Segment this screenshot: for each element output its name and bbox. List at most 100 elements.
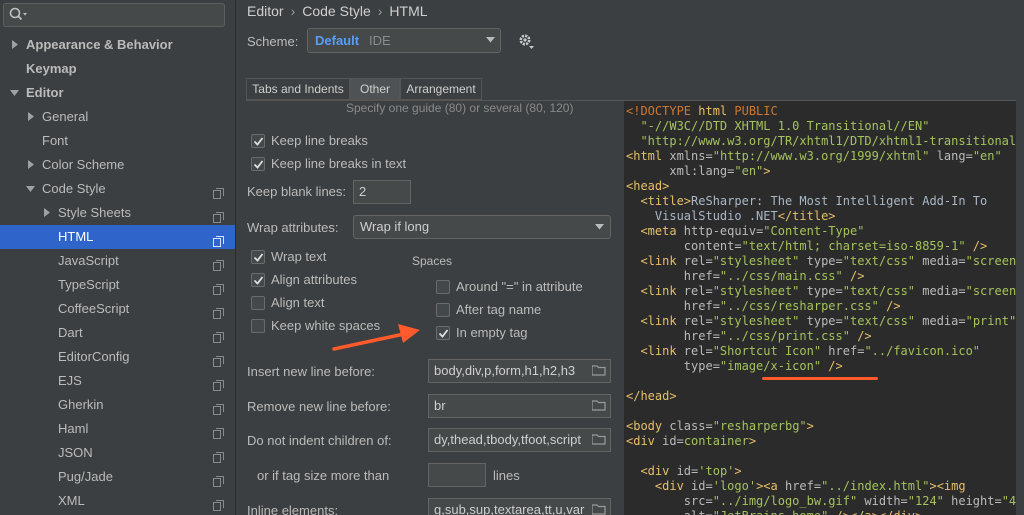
do-not-indent-input[interactable]: dy,thead,tbody,tfoot,script [428, 428, 611, 452]
breadcrumb-item: HTML [389, 3, 428, 19]
sidebar-item[interactable]: JSON [0, 441, 235, 465]
code-token: "124" [907, 494, 944, 508]
sidebar-item[interactable]: Style Sheets [0, 201, 235, 225]
copy-icon [213, 495, 224, 511]
sidebar-item[interactable]: Dart [0, 321, 235, 345]
code-token: PUBLIC [734, 104, 778, 118]
tab-other[interactable]: Other [350, 78, 400, 100]
sidebar-item-label: XML [58, 493, 85, 508]
guide-hint: Specify one guide (80) or several (80, 1… [346, 101, 574, 115]
sidebar-item[interactable]: Appearance & Behavior [0, 33, 235, 57]
sidebar-item-label: EditorConfig [58, 349, 130, 364]
checkmark-icon [253, 137, 264, 146]
sidebar-item[interactable]: Editor [0, 81, 235, 105]
sidebar-item-label: Keymap [26, 61, 77, 76]
code-token: "print" [965, 314, 1016, 328]
sidebar-item[interactable]: Gherkin [0, 393, 235, 417]
wrap-attributes-label: Wrap attributes: [247, 220, 339, 235]
wrap-attributes-value: Wrap if long [360, 219, 430, 234]
tab-content: Specify one guide (80) or several (80, 1… [246, 100, 1016, 515]
sidebar-item[interactable]: EditorConfig [0, 345, 235, 369]
sidebar-item[interactable]: Code Style [0, 177, 235, 201]
wrap-attributes-dropdown[interactable]: Wrap if long [353, 215, 611, 239]
chevron-down-icon[interactable] [26, 177, 36, 201]
code-token: href= [821, 344, 865, 358]
keep-blank-lines-input[interactable]: 2 [353, 180, 411, 204]
code-token: "http://www.w3.org/1999/xhtml" [712, 149, 930, 163]
sidebar-item[interactable]: HTML [0, 225, 235, 249]
tag-size-input[interactable] [428, 463, 486, 487]
code-token: <html [626, 149, 670, 163]
checkbox-box [251, 296, 265, 310]
sidebar-item[interactable]: Haml [0, 417, 235, 441]
copy-icon [213, 207, 224, 223]
code-line: <html xmlns="http://www.w3.org/1999/xhtm… [626, 149, 1002, 164]
chevron-right-icon[interactable] [26, 153, 36, 177]
search-icon [9, 7, 27, 21]
checkmark-icon [438, 329, 449, 338]
checkbox-label: Around "=" in attribute [456, 279, 583, 294]
code-preview[interactable]: <!DOCTYPE html PUBLIC "-//W3C//DTD XHTML… [624, 101, 1016, 515]
sidebar-item[interactable]: Keymap [0, 57, 235, 81]
sidebar-item[interactable]: TypeScript [0, 273, 235, 297]
code-token: xml:lang= [626, 164, 735, 178]
folder-icon[interactable] [588, 395, 610, 417]
code-token: > [763, 164, 771, 178]
code-token: height= [943, 494, 1002, 508]
code-token: "http://www.w3.org/TR/xhtml1/DTD/xhtml1-… [626, 134, 1016, 148]
chevron-right-icon[interactable] [26, 105, 36, 129]
code-token: /> [842, 269, 865, 283]
code-token: media= [915, 254, 966, 268]
copy-icon [213, 231, 224, 247]
code-token: <meta [626, 224, 684, 238]
code-token: media= [915, 284, 966, 298]
scheme-sub: IDE [369, 33, 391, 48]
tab-tabs-and-indents[interactable]: Tabs and Indents [246, 78, 350, 100]
code-token: "Shortcut Icon" [712, 344, 822, 358]
sidebar-item[interactable]: Color Scheme [0, 153, 235, 177]
sidebar-item[interactable]: EJS [0, 369, 235, 393]
code-line: <title>ReSharper: The Most Intelligent A… [626, 194, 987, 209]
chevron-right-icon[interactable] [10, 33, 20, 57]
spaces-group-title: Spaces [412, 254, 453, 268]
code-line: "http://www.w3.org/TR/xhtml1/DTD/xhtml1-… [626, 134, 1016, 149]
sidebar-item[interactable]: XML [0, 489, 235, 513]
code-token: "Content-Type" [763, 224, 865, 238]
code-token: </head> [626, 389, 677, 403]
folder-icon[interactable] [588, 360, 610, 382]
code-token: <link [626, 314, 684, 328]
tab-arrangement[interactable]: Arrangement [400, 78, 482, 100]
chevron-down-icon[interactable] [10, 81, 20, 105]
main-panel: Editor › Code Style › HTML Scheme: Default I… [237, 0, 1024, 515]
code-token: ReSharper: The Most Intelligent Add-In T… [691, 194, 988, 208]
code-token: <div [626, 479, 692, 493]
insert-new-line-input[interactable]: body,div,p,form,h1,h2,h3 [428, 359, 611, 383]
sidebar-item-label: JSON [58, 445, 93, 460]
folder-icon[interactable] [588, 499, 610, 515]
code-line: "-//W3C//DTD XHTML 1.0 Transitional//EN" [626, 119, 929, 134]
chevron-down-icon [595, 224, 604, 230]
folder-icon[interactable] [588, 429, 610, 451]
sidebar-item[interactable]: CoffeeScript [0, 297, 235, 321]
settings-search-input[interactable] [3, 3, 225, 27]
checkbox-label: After tag name [456, 302, 542, 317]
copy-icon [213, 423, 224, 439]
code-token: /> [965, 239, 988, 253]
code-line: href="../css/print.css" /> [626, 329, 872, 344]
sidebar-item[interactable]: General [0, 105, 235, 129]
inline-elements-input[interactable]: g,sub,sup,textarea,tt,u,var [428, 498, 611, 515]
sidebar-item[interactable]: JavaScript [0, 249, 235, 273]
code-token: http-equiv= [683, 224, 764, 238]
sidebar-item-label: Style Sheets [58, 205, 131, 220]
code-token: VisualStudio .NET [626, 209, 778, 223]
code-token: "../img/logo_bw.gif" [712, 494, 858, 508]
code-line: type="image/x-icon" /> [626, 359, 843, 374]
sidebar-item[interactable]: Pug/Jade [0, 465, 235, 489]
gear-icon[interactable] [517, 32, 535, 50]
chevron-right-icon[interactable] [42, 201, 52, 225]
code-token: 'logo' [712, 479, 757, 493]
code-token: media= [915, 314, 966, 328]
remove-new-line-input[interactable]: br [428, 394, 611, 418]
scheme-dropdown[interactable]: Default IDE [307, 28, 501, 53]
sidebar-item[interactable]: Font [0, 129, 235, 153]
